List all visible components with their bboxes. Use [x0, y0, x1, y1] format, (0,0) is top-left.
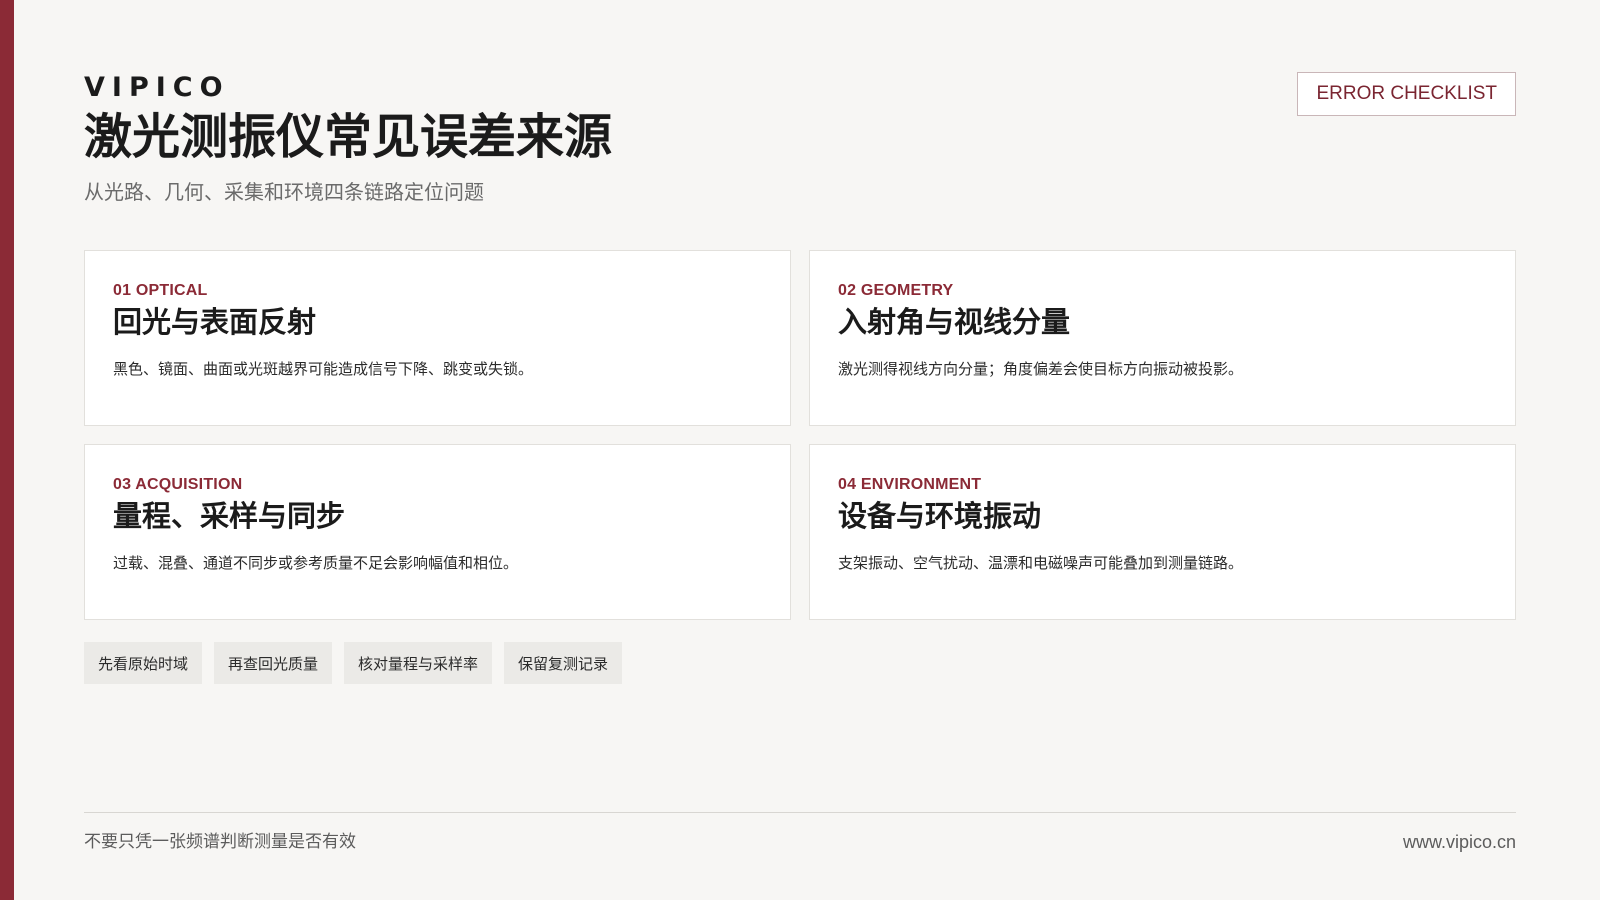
brand-logo-text: VIPICO [84, 72, 230, 103]
footer-note: 不要只凭一张频谱判断测量是否有效 [84, 832, 356, 852]
checklist-chips: 先看原始时域 再查回光质量 核对量程与采样率 保留复测记录 [84, 642, 623, 684]
card-description: 过载、混叠、通道不同步或参考质量不足会影响幅值和相位。 [113, 553, 519, 572]
card-kicker: 02 GEOMETRY [838, 282, 954, 299]
chip-raw-time-domain: 先看原始时域 [84, 642, 203, 684]
card-kicker: 04 ENVIRONMENT [838, 476, 982, 493]
card-acquisition: 03 ACQUISITION 量程、采样与同步 过载、混叠、通道不同步或参考质量… [84, 444, 791, 620]
footer-divider [84, 812, 1516, 813]
card-title: 量程、采样与同步 [113, 499, 346, 533]
error-source-cards: 01 OPTICAL 回光与表面反射 黑色、镜面、曲面或光斑越界可能造成信号下降… [84, 250, 1516, 620]
card-description: 支架振动、空气扰动、温漂和电磁噪声可能叠加到测量链路。 [838, 553, 1244, 572]
footer-url: www.vipico.cn [1402, 832, 1516, 852]
page-subtitle: 从光路、几何、采集和环境四条链路定位问题 [84, 180, 484, 204]
card-title: 设备与环境振动 [838, 499, 1042, 533]
slide-page: VIPICO 激光测振仪常见误差来源 从光路、几何、采集和环境四条链路定位问题 … [0, 0, 1600, 900]
error-checklist-tag: ERROR CHECKLIST [1297, 72, 1516, 116]
chip-return-signal-quality: 再查回光质量 [214, 642, 333, 684]
chip-range-sample-rate: 核对量程与采样率 [344, 642, 493, 684]
card-geometry: 02 GEOMETRY 入射角与视线分量 激光测得视线方向分量；角度偏差会使目标… [809, 250, 1516, 426]
slide-content: VIPICO 激光测振仪常见误差来源 从光路、几何、采集和环境四条链路定位问题 … [84, 0, 1516, 900]
card-kicker: 03 ACQUISITION [113, 476, 243, 493]
card-environment: 04 ENVIRONMENT 设备与环境振动 支架振动、空气扰动、温漂和电磁噪声… [809, 444, 1516, 620]
card-title: 回光与表面反射 [113, 305, 317, 339]
card-description: 激光测得视线方向分量；角度偏差会使目标方向振动被投影。 [838, 359, 1244, 378]
page-title: 激光测振仪常见误差来源 [84, 109, 613, 165]
card-title: 入射角与视线分量 [838, 305, 1071, 339]
card-description: 黑色、镜面、曲面或光斑越界可能造成信号下降、跳变或失锁。 [113, 359, 534, 378]
chip-retest-record: 保留复测记录 [504, 642, 623, 684]
card-optical: 01 OPTICAL 回光与表面反射 黑色、镜面、曲面或光斑越界可能造成信号下降… [84, 250, 791, 426]
card-kicker: 01 OPTICAL [113, 282, 208, 299]
left-accent-bar [0, 0, 14, 900]
